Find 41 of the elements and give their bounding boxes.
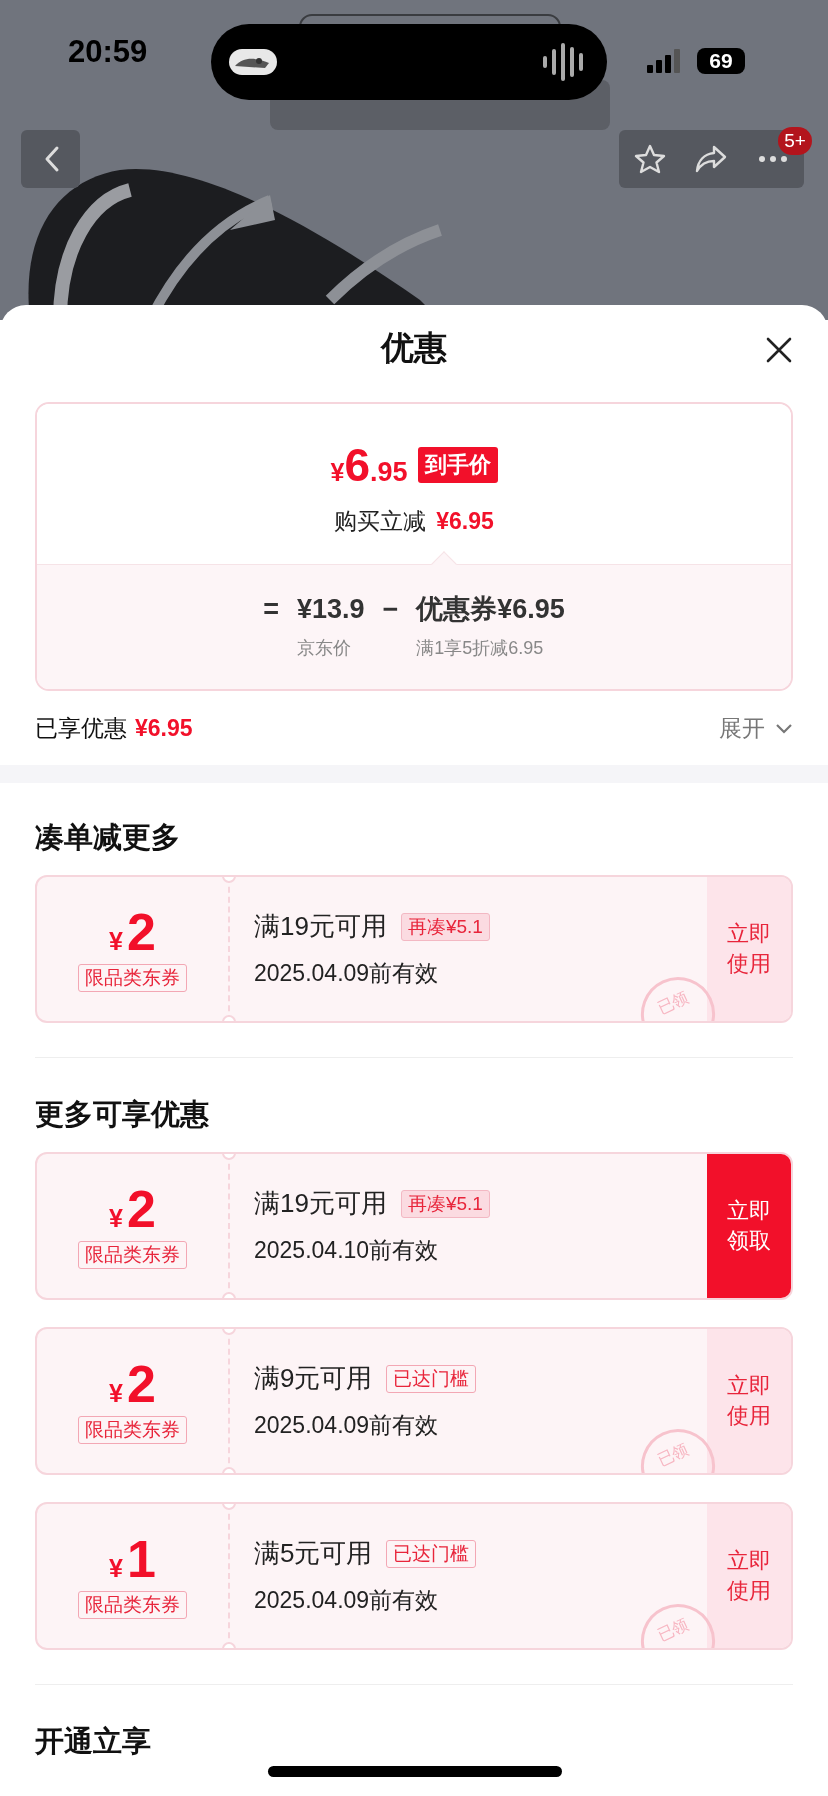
coupon-amount: ¥1 — [109, 1533, 156, 1585]
coupon-scope-tag: 限品类东券 — [78, 1591, 187, 1619]
reduction-label: 购买立减 — [334, 507, 427, 536]
coupon-validity: 2025.04.09前有效 — [254, 959, 440, 989]
section-heading: 开通立享 — [35, 1724, 151, 1759]
threshold-tag: 再凑¥5.1 — [400, 1189, 490, 1218]
minus-sign: − — [382, 593, 399, 626]
coupon-condition: 满19元可用 — [254, 910, 387, 944]
price-tag: 到手价 — [417, 447, 498, 483]
final-price: ¥6.95 — [330, 442, 408, 488]
coupon-amount: ¥2 — [109, 1358, 156, 1410]
coupon-scope-tag: 限品类东券 — [78, 964, 187, 992]
threshold-tag: 已达门槛 — [386, 1364, 477, 1393]
coupon-condition: 满19元可用 — [254, 1187, 387, 1221]
coupon-action-button[interactable]: 立即领取 — [707, 1154, 791, 1298]
expand-toggle[interactable]: 展开 — [719, 710, 793, 746]
coupon-scope-tag: 限品类东券 — [78, 1241, 187, 1269]
coupon-scope-tag: 限品类东券 — [78, 1416, 187, 1444]
coupon-action-button[interactable]: 立即使用 — [707, 877, 791, 1021]
equals-sign: = — [263, 593, 279, 626]
coupon-validity: 2025.04.10前有效 — [254, 1236, 440, 1266]
section-heading: 更多可享优惠 — [35, 1097, 209, 1132]
sheet-title: 优惠 — [381, 328, 447, 369]
section-heading: 凑单减更多 — [35, 820, 180, 855]
coupon-amount: ¥2 — [109, 1183, 156, 1235]
threshold-tag: 已达门槛 — [386, 1539, 477, 1568]
coupon-amount: ¥2 — [109, 906, 156, 958]
reduction-value: ¥6.95 — [436, 507, 494, 536]
coupon-discount: 优惠券¥6.95 — [416, 593, 565, 626]
list-price: ¥13.9 — [296, 593, 365, 626]
coupon-condition: 满9元可用 — [254, 1362, 373, 1396]
coupon-validity: 2025.04.09前有效 — [254, 1411, 440, 1441]
threshold-tag: 再凑¥5.1 — [400, 912, 490, 941]
coupon-action-button[interactable]: 立即使用 — [707, 1504, 791, 1648]
coupon-action-button[interactable]: 立即使用 — [707, 1329, 791, 1473]
coupon-validity: 2025.04.09前有效 — [254, 1586, 440, 1616]
coupon-rule: 满1享5折减6.95 — [416, 637, 544, 660]
savings-label: 已享优惠 — [35, 713, 127, 743]
coupon-condition: 满5元可用 — [254, 1537, 373, 1571]
list-price-label: 京东价 — [296, 637, 351, 660]
savings-value: ¥6.95 — [135, 713, 193, 743]
